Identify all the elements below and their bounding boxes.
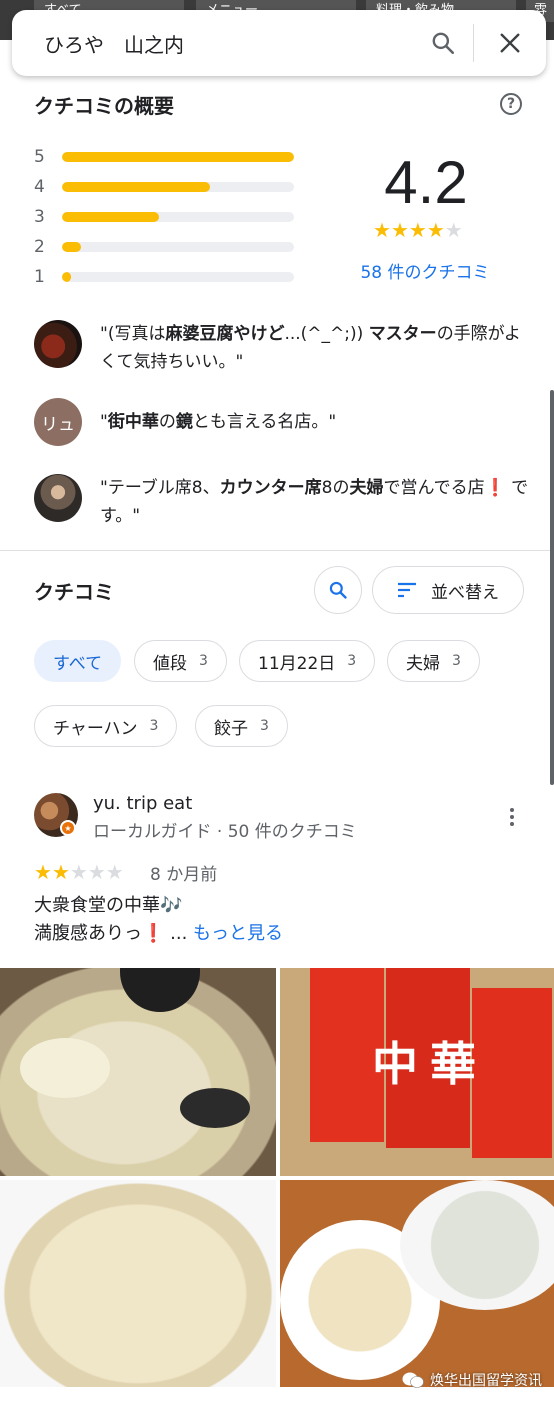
- noren-text: 中: [372, 1037, 418, 1091]
- review-text: 大衆食堂の中華🎶 満腹感ありっ❗ ... もっと見る: [34, 895, 284, 944]
- star-icon: ★: [373, 218, 391, 242]
- rating-bar-label: 1: [34, 267, 45, 287]
- rating-bar-fill: [62, 182, 211, 192]
- review-stars: ★ ★ ★ ★ ★: [34, 861, 124, 883]
- sort-button[interactable]: 並べ替え: [372, 566, 524, 614]
- avatar: リュ: [34, 398, 82, 446]
- star-icon: ★: [105, 860, 124, 884]
- search-bar: ひろや 山之内: [12, 10, 546, 76]
- help-icon[interactable]: ?: [500, 93, 522, 115]
- cabbage: [20, 1038, 110, 1098]
- rating-bar-track: [62, 212, 294, 222]
- avatar: [34, 320, 82, 368]
- review-snippet[interactable]: "テーブル席8、カウンター席8の夫婦で営んでる店❗ です。": [34, 474, 534, 530]
- review-summary-title: クチコミの概要: [34, 94, 174, 118]
- search-reviews-button[interactable]: [314, 566, 362, 614]
- wechat-icon: [402, 1372, 424, 1388]
- rating-bar-fill: [62, 272, 72, 282]
- rating-bar-track: [62, 242, 294, 252]
- fried-rice-photo[interactable]: [0, 1180, 276, 1387]
- noren-photo[interactable]: 中 華: [280, 968, 554, 1176]
- sort-icon: [398, 582, 416, 598]
- filter-chip-gyoza[interactable]: 餃子 3: [195, 705, 288, 747]
- reviewer-name[interactable]: yu. trip eat: [93, 793, 192, 814]
- rating-bar-track: [62, 182, 294, 192]
- soup-photo[interactable]: [0, 968, 276, 1176]
- rating-bar-fill: [62, 152, 294, 162]
- star-icon: ★: [87, 860, 106, 884]
- search-icon: [329, 581, 347, 599]
- more-link[interactable]: もっと見る: [193, 923, 283, 944]
- sort-label: 並べ替え: [431, 582, 499, 603]
- rating-bar-label: 4: [34, 177, 45, 197]
- star-icon: ★: [390, 218, 409, 242]
- star-icon: ★: [51, 860, 70, 884]
- review-time: 8 か月前: [150, 865, 218, 885]
- star-icon: ★: [408, 218, 427, 242]
- search-button[interactable]: [413, 10, 473, 76]
- filter-chip-price[interactable]: 値段 3: [134, 640, 227, 682]
- avatar: [34, 474, 82, 522]
- table-photo[interactable]: [280, 1180, 554, 1387]
- filter-chip-date[interactable]: 11月22日 3: [239, 640, 376, 682]
- rating-bar-row: 5: [34, 147, 294, 167]
- rating-bar-label: 5: [34, 147, 45, 167]
- search-input[interactable]: ひろや 山之内: [12, 29, 413, 58]
- close-icon: [500, 33, 520, 53]
- local-guide-badge: ★: [60, 820, 76, 836]
- star-icon: ★: [444, 218, 463, 242]
- section-divider: [0, 550, 554, 551]
- review-snippet[interactable]: "(写真は麻婆豆腐やけど...(^_^;)) マスターの手際がよくて気持ちいい。…: [34, 320, 534, 376]
- search-icon: [432, 32, 455, 55]
- filter-chip-fried-rice[interactable]: チャーハン 3: [34, 705, 178, 747]
- rating-bar-fill: [62, 212, 160, 222]
- rating-bar-row: 2: [34, 237, 294, 257]
- snippet-text: "テーブル席8、カウンター席8の夫婦で営んでる店❗ です。": [100, 478, 529, 526]
- filter-chip-couple[interactable]: 夫婦 3: [387, 640, 480, 682]
- star-icon: ★: [426, 218, 445, 242]
- mushroom: [180, 1088, 250, 1128]
- rating-bar-track: [62, 152, 294, 162]
- watermark: 焕华出国留学资讯: [402, 1370, 542, 1390]
- ladle: [120, 968, 200, 1012]
- review-snippet[interactable]: リュ "街中華の鏡とも言える名店。": [34, 398, 534, 446]
- snippet-text: "(写真は麻婆豆腐やけど...(^_^;)) マスターの手際がよくて気持ちいい。…: [100, 324, 521, 372]
- noren-text: 華: [430, 1037, 476, 1091]
- star-icon: ★: [34, 860, 52, 884]
- review-count-link[interactable]: 58 件のクチコミ: [350, 258, 500, 283]
- rating-bar-label: 3: [34, 207, 45, 227]
- scrollbar[interactable]: [550, 390, 554, 785]
- average-rating-stars: ★ ★ ★ ★ ★: [373, 219, 463, 241]
- rating-bar-fill: [62, 242, 81, 252]
- reviewer-subtitle: ローカルガイド · 50 件のクチコミ: [93, 822, 357, 842]
- filter-chip-all[interactable]: すべて: [34, 640, 122, 682]
- average-rating: 4.2: [384, 149, 468, 216]
- close-button[interactable]: [474, 10, 546, 76]
- rating-bar-row: 1: [34, 267, 294, 287]
- rating-bar-row: 3: [34, 207, 294, 227]
- rating-bar-row: 4: [34, 177, 294, 197]
- star-icon: ★: [69, 860, 88, 884]
- rating-bar-track: [62, 272, 294, 282]
- rating-bar-label: 2: [34, 237, 45, 257]
- noren-panel: [472, 988, 552, 1158]
- snippet-text: "街中華の鏡とも言える名店。": [100, 412, 337, 432]
- more-options-icon[interactable]: [500, 805, 524, 829]
- reviews-title: クチコミ: [34, 580, 114, 604]
